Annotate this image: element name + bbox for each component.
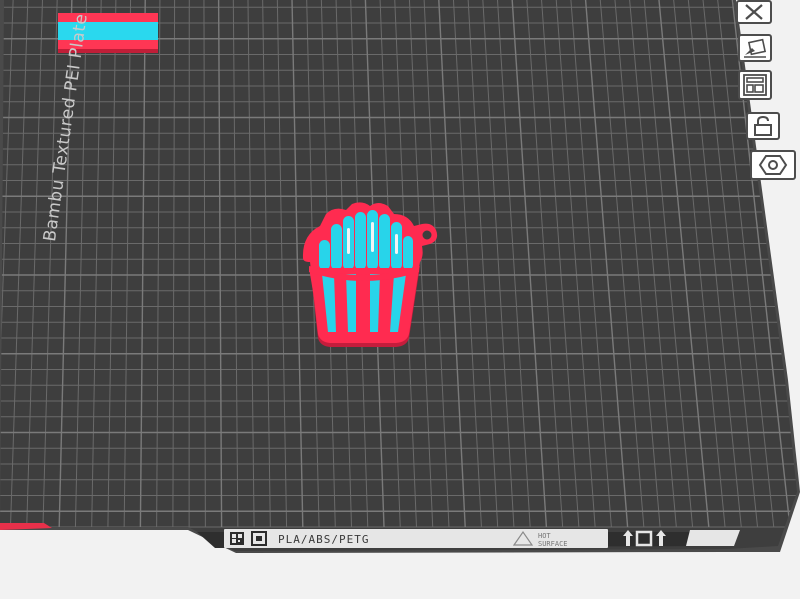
arrange-icon [743,74,767,96]
qr-icon [230,532,244,545]
hot-surface-line2: SURFACE [538,540,568,548]
lock-icon [754,115,772,136]
hot-surface-line1: HOT [538,532,551,540]
edit-plate-icon [744,38,767,58]
hexagon-settings-icon [758,155,788,175]
plate-toolbar [736,0,798,200]
3d-viewport[interactable]: PLA/ABS/PETG HOT SURFACE [0,0,800,599]
keyring-hole [419,227,435,243]
plate-settings-button[interactable] [750,150,796,180]
close-view-button[interactable] [736,0,772,24]
material-label: PLA/ABS/PETG [278,533,369,546]
plate-corner-tab [686,530,740,546]
edit-plate-button[interactable] [738,34,772,62]
arrange-button[interactable] [738,70,772,100]
x-icon [745,4,763,20]
lock-plate-button[interactable] [746,112,780,140]
